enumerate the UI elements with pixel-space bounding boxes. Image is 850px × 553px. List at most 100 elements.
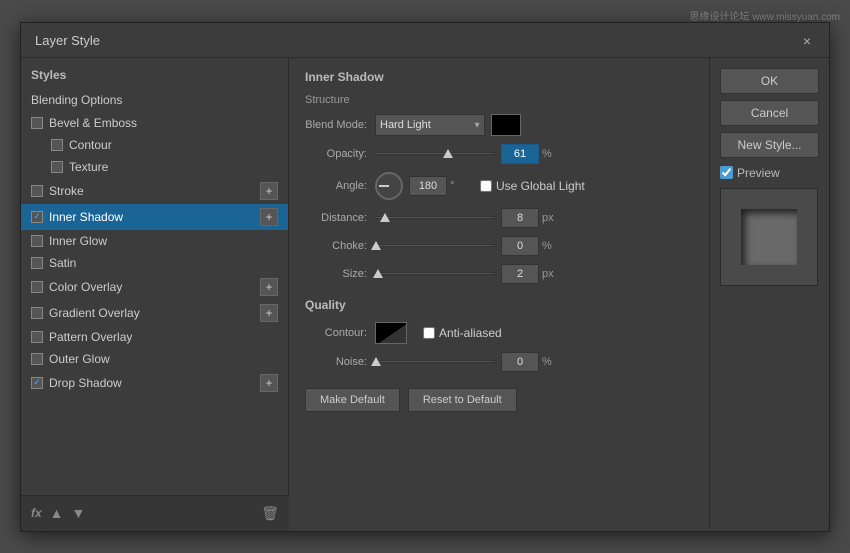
distance-row: Distance: px [305, 208, 693, 228]
choke-slider[interactable] [375, 244, 495, 247]
sidebar: Styles Blending Options Bevel & Emboss C… [21, 58, 289, 528]
checkbox-contour[interactable] [51, 139, 63, 151]
add-drop-shadow-button[interactable]: + [260, 374, 278, 392]
sidebar-label-bevel-emboss: Bevel & Emboss [49, 116, 278, 130]
angle-input[interactable] [409, 176, 447, 196]
checkbox-texture[interactable] [51, 161, 63, 173]
checkbox-color-overlay[interactable] [31, 281, 43, 293]
sidebar-label-inner-shadow: Inner Shadow [49, 210, 260, 224]
sidebar-item-inner-glow[interactable]: Inner Glow [21, 230, 288, 252]
preview-canvas [720, 188, 818, 286]
delete-icon[interactable]: 🗑 [261, 505, 279, 522]
use-global-light-text: Use Global Light [496, 179, 585, 193]
anti-aliased-checkbox[interactable] [423, 327, 435, 339]
opacity-row: Opacity: % [305, 144, 693, 164]
sidebar-label-texture: Texture [69, 160, 278, 174]
choke-row: Choke: % [305, 236, 693, 256]
checkbox-inner-glow[interactable] [31, 235, 43, 247]
use-global-light-checkbox[interactable] [480, 180, 492, 192]
choke-input[interactable] [501, 236, 539, 256]
sidebar-item-pattern-overlay[interactable]: Pattern Overlay [21, 326, 288, 348]
use-global-light-label[interactable]: Use Global Light [480, 179, 585, 193]
sidebar-item-texture[interactable]: Texture [21, 156, 288, 178]
distance-input[interactable] [501, 208, 539, 228]
opacity-input[interactable] [501, 144, 539, 164]
sidebar-item-satin[interactable]: Satin [21, 252, 288, 274]
dialog-body: Styles Blending Options Bevel & Emboss C… [21, 58, 829, 528]
preview-label[interactable]: Preview [720, 166, 819, 180]
reset-default-button[interactable]: Reset to Default [408, 388, 517, 412]
angle-row: Angle: ° Use Global Light [305, 172, 693, 200]
opacity-label: Opacity: [305, 148, 375, 160]
checkbox-outer-glow[interactable] [31, 353, 43, 365]
move-up-icon[interactable]: ▲ [50, 505, 64, 521]
right-panel: OK Cancel New Style... Preview [709, 58, 829, 528]
add-inner-shadow-button[interactable]: + [260, 208, 278, 226]
size-slider-container: px [375, 264, 693, 284]
checkbox-drop-shadow[interactable] [31, 377, 43, 389]
sidebar-item-stroke[interactable]: Stroke + [21, 178, 288, 204]
noise-slider[interactable] [375, 360, 495, 363]
sidebar-item-blending-options[interactable]: Blending Options [21, 88, 288, 112]
sidebar-item-outer-glow[interactable]: Outer Glow [21, 348, 288, 370]
contour-label: Contour: [305, 327, 375, 339]
ok-button[interactable]: OK [720, 68, 819, 94]
sidebar-label-satin: Satin [49, 256, 278, 270]
quality-section: Quality Contour: [305, 298, 693, 372]
noise-input[interactable] [501, 352, 539, 372]
size-row: Size: px [305, 264, 693, 284]
anti-aliased-label[interactable]: Anti-aliased [423, 326, 502, 340]
checkbox-gradient-overlay[interactable] [31, 307, 43, 319]
sidebar-label-blending-options: Blending Options [31, 93, 278, 107]
size-label: Size: [305, 268, 375, 280]
make-default-button[interactable]: Make Default [305, 388, 400, 412]
new-style-button[interactable]: New Style... [720, 132, 819, 158]
noise-label: Noise: [305, 356, 375, 368]
sidebar-item-gradient-overlay[interactable]: Gradient Overlay + [21, 300, 288, 326]
move-down-icon[interactable]: ▼ [72, 505, 86, 521]
add-gradient-overlay-button[interactable]: + [260, 304, 278, 322]
contour-row: Contour: [305, 322, 693, 344]
dialog-title: Layer Style [35, 33, 100, 48]
blend-color-swatch[interactable] [491, 114, 521, 136]
choke-unit: % [542, 240, 562, 252]
contour-swatch[interactable] [375, 322, 407, 344]
sidebar-label-inner-glow: Inner Glow [49, 234, 278, 248]
opacity-unit: % [542, 148, 562, 160]
checkbox-inner-shadow[interactable] [31, 211, 43, 223]
sidebar-item-contour[interactable]: Contour [21, 134, 288, 156]
preview-checkbox[interactable] [720, 166, 733, 179]
blend-mode-label: Blend Mode: [305, 119, 375, 131]
add-stroke-button[interactable]: + [260, 182, 278, 200]
sidebar-item-inner-shadow[interactable]: Inner Shadow + [21, 204, 288, 230]
opacity-slider[interactable] [375, 152, 495, 155]
distance-slider[interactable] [375, 216, 495, 219]
sidebar-item-color-overlay[interactable]: Color Overlay + [21, 274, 288, 300]
distance-label: Distance: [305, 212, 375, 224]
distance-unit: px [542, 212, 562, 224]
choke-label: Choke: [305, 240, 375, 252]
sidebar-item-bevel-emboss[interactable]: Bevel & Emboss [21, 112, 288, 134]
checkbox-bevel-emboss[interactable] [31, 117, 43, 129]
angle-container: ° Use Global Light [375, 172, 585, 200]
section-title: Inner Shadow [305, 70, 693, 84]
bottom-bar: fx ▲ ▼ 🗑 [21, 495, 289, 531]
checkbox-pattern-overlay[interactable] [31, 331, 43, 343]
blend-mode-select[interactable]: Hard Light Normal Multiply Screen Overla… [375, 114, 485, 136]
add-color-overlay-button[interactable]: + [260, 278, 278, 296]
close-button[interactable]: × [799, 33, 815, 49]
quality-title: Quality [305, 298, 693, 312]
angle-dial[interactable] [375, 172, 403, 200]
checkbox-satin[interactable] [31, 257, 43, 269]
size-input[interactable] [501, 264, 539, 284]
checkbox-stroke[interactable] [31, 185, 43, 197]
cancel-button[interactable]: Cancel [720, 100, 819, 126]
fx-icon[interactable]: fx [31, 506, 42, 520]
sidebar-label-color-overlay: Color Overlay [49, 280, 260, 294]
size-slider[interactable] [375, 272, 495, 275]
blend-mode-select-wrapper[interactable]: Hard Light Normal Multiply Screen Overla… [375, 114, 485, 136]
size-unit: px [542, 268, 562, 280]
sidebar-label-drop-shadow: Drop Shadow [49, 376, 260, 390]
sidebar-item-drop-shadow[interactable]: Drop Shadow + [21, 370, 288, 396]
preview-square [741, 209, 797, 265]
